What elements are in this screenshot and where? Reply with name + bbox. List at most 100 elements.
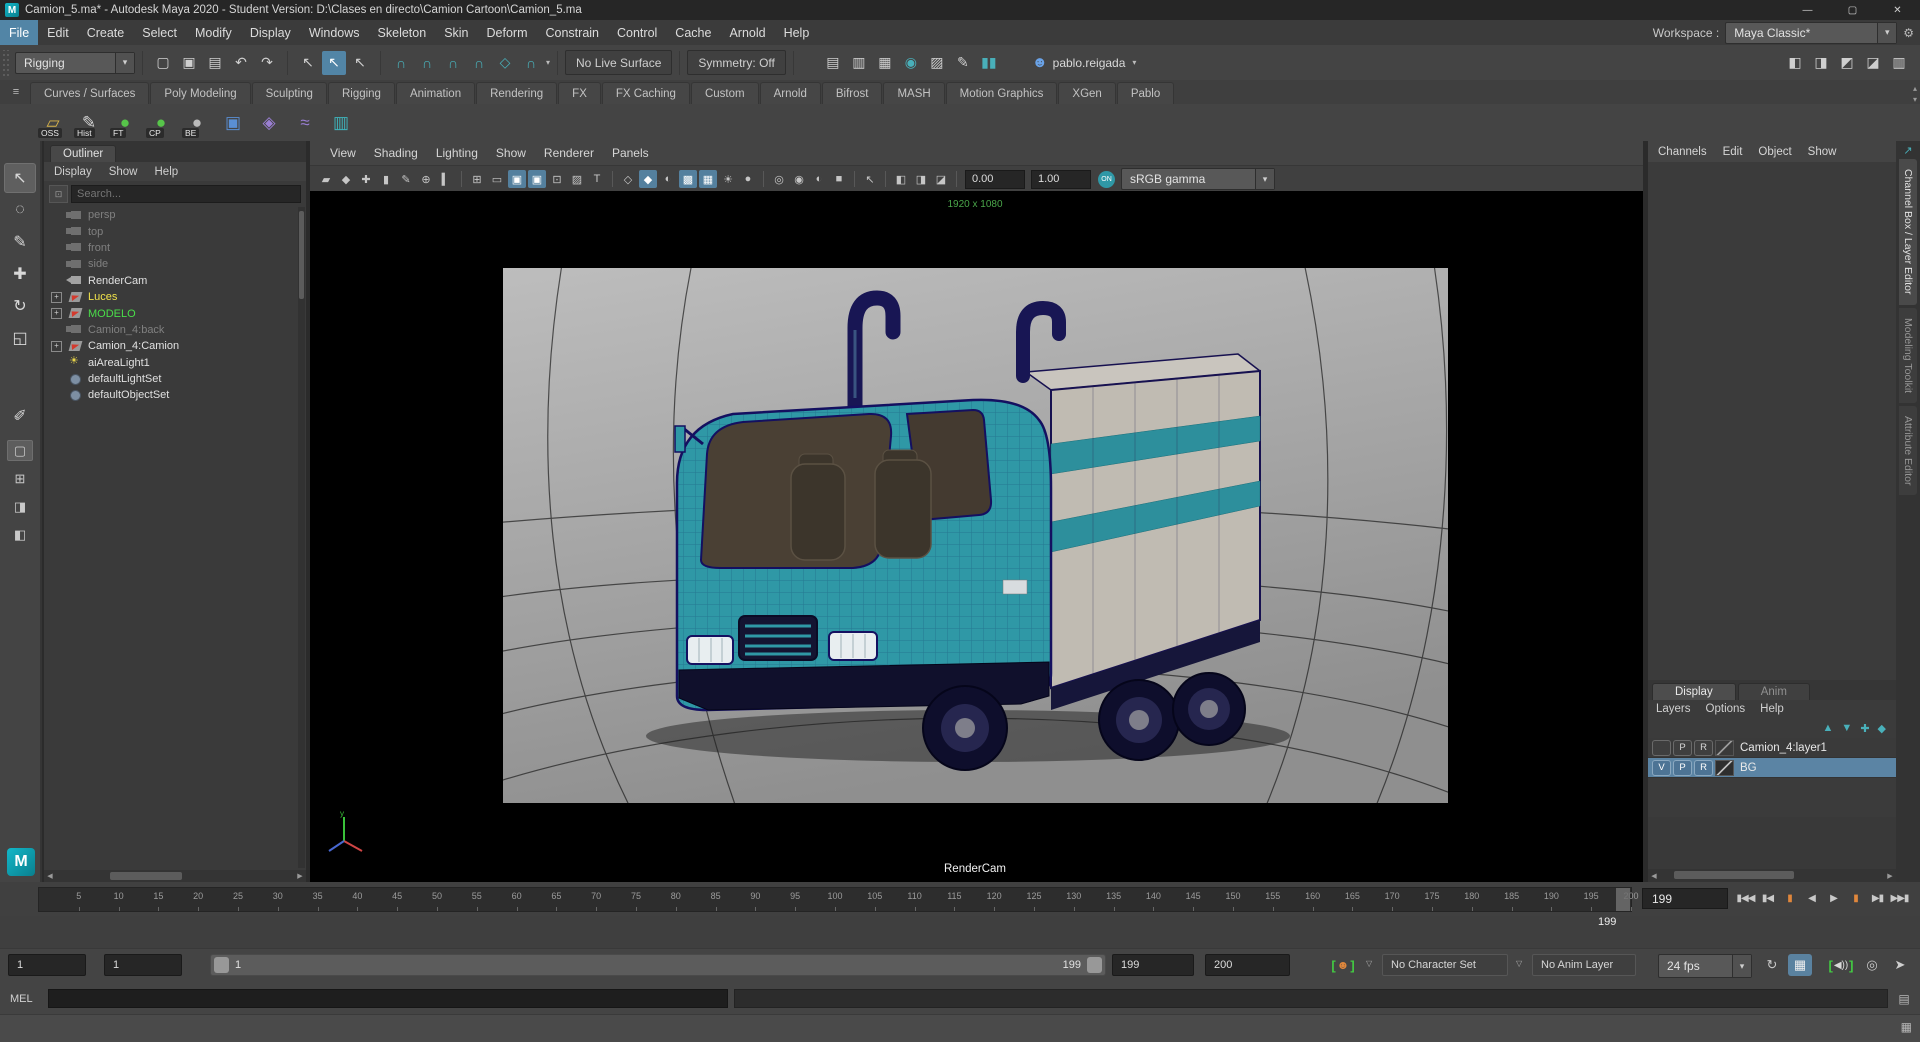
shelf-curves-button[interactable]: ≈ bbox=[290, 108, 320, 138]
visibility-toggle[interactable]: V bbox=[1652, 760, 1671, 776]
outliner-menu-help[interactable]: Help bbox=[155, 166, 179, 178]
menu-file[interactable]: File bbox=[0, 20, 38, 45]
menu-control[interactable]: Control bbox=[608, 20, 666, 45]
ipr-render-icon[interactable]: ▦ bbox=[873, 51, 897, 75]
single-pane-layout-button[interactable]: ▢ bbox=[7, 440, 33, 461]
snap-to-grid-icon[interactable]: ∩ bbox=[389, 51, 413, 75]
shelf-tab-arnold[interactable]: Arnold bbox=[760, 82, 821, 104]
make-live-icon[interactable]: ∩ bbox=[519, 51, 543, 75]
outliner-item-front[interactable]: front bbox=[44, 240, 297, 256]
command-language-toggle[interactable]: MEL bbox=[10, 993, 44, 1005]
image-plane-icon[interactable]: ▨ bbox=[568, 170, 586, 188]
filter-icon[interactable]: ⊡ bbox=[49, 185, 68, 203]
workspace-dropdown[interactable]: Maya Classic*▾ bbox=[1725, 22, 1897, 44]
shelf-tab-curves-surfaces[interactable]: Curves / Surfaces bbox=[30, 82, 149, 104]
visibility-toggle[interactable] bbox=[1652, 740, 1671, 756]
shelf-scroll-down-icon[interactable]: ▾ bbox=[1913, 95, 1917, 104]
move-layer-down-icon[interactable]: ▼ bbox=[1841, 722, 1852, 734]
outliner-item-defaultlightset[interactable]: defaultLightSet bbox=[44, 371, 297, 387]
outliner-item-aiarealight1[interactable]: ☀aiAreaLight1 bbox=[44, 355, 297, 371]
scroll-right-icon[interactable]: ▶ bbox=[1884, 872, 1896, 880]
lasso-tool[interactable]: ◌ bbox=[4, 195, 36, 225]
next-key-button[interactable]: ▮ bbox=[1846, 887, 1865, 910]
persp-outliner-layout-button[interactable]: ◨ bbox=[7, 496, 33, 517]
shelf-tab-sculpting[interactable]: Sculpting bbox=[252, 82, 327, 104]
animation-start-field[interactable]: 1 bbox=[8, 954, 86, 976]
render-setup-icon[interactable]: ✎ bbox=[951, 51, 975, 75]
play-forwards-button[interactable]: ▶ bbox=[1824, 887, 1843, 910]
playhead[interactable] bbox=[1616, 888, 1630, 911]
menu-select[interactable]: Select bbox=[133, 20, 186, 45]
side-tab-channel-box-layer-editor[interactable]: Channel Box / Layer Editor bbox=[1899, 159, 1917, 305]
shelf-tab-rigging[interactable]: Rigging bbox=[328, 82, 395, 104]
side-tab-attribute-editor[interactable]: Attribute Editor bbox=[1899, 406, 1917, 495]
outliner-item-top[interactable]: top bbox=[44, 223, 297, 239]
layer-editor-tab-display[interactable]: Display bbox=[1652, 683, 1736, 700]
anim-layer-selector[interactable]: No Anim Layer bbox=[1532, 954, 1636, 976]
workspace-gear-icon[interactable]: ⚙ bbox=[1903, 26, 1914, 40]
animation-end-field[interactable]: 200 bbox=[1205, 954, 1290, 976]
go-to-end-button[interactable]: ▶▶▮ bbox=[1890, 887, 1909, 910]
select-camera-icon[interactable]: ▰ bbox=[317, 170, 335, 188]
character-set-selector[interactable]: No Character Set bbox=[1382, 954, 1508, 976]
rotate-tool[interactable]: ↻ bbox=[4, 291, 36, 321]
camera-attributes-icon[interactable]: ✚ bbox=[357, 170, 375, 188]
wireframe-icon[interactable]: ◇ bbox=[619, 170, 637, 188]
use-all-lights-icon[interactable]: ▦ bbox=[699, 170, 717, 188]
expand-icon[interactable]: + bbox=[51, 341, 62, 352]
shadows-icon[interactable]: ☀ bbox=[719, 170, 737, 188]
scroll-left-icon[interactable]: ◀ bbox=[1648, 872, 1660, 880]
outliner-item-defaultobjectset[interactable]: defaultObjectSet bbox=[44, 387, 297, 403]
auto-keyframe-icon[interactable]: [☻] bbox=[1331, 954, 1355, 976]
gate-mask-icon[interactable]: ▣ bbox=[528, 170, 546, 188]
shelf-tab-custom[interactable]: Custom bbox=[691, 82, 759, 104]
outliner-menu-display[interactable]: Display bbox=[54, 166, 92, 178]
layer-editor-tab-anim[interactable]: Anim bbox=[1738, 683, 1810, 700]
outliner-item-side[interactable]: side bbox=[44, 256, 297, 272]
select-by-hierarchy-icon[interactable]: ↖ bbox=[296, 51, 320, 75]
shelf-menu-icon[interactable]: ≡ bbox=[8, 84, 24, 100]
range-slider[interactable]: 1 199 bbox=[210, 954, 1106, 976]
layer-color-swatch[interactable] bbox=[1715, 760, 1734, 776]
menu-set-dropdown[interactable]: Rigging▾ bbox=[15, 52, 135, 74]
occlusion-icon[interactable]: ● bbox=[739, 170, 757, 188]
outliner-item-persp[interactable]: persp bbox=[44, 207, 297, 223]
maximize-button[interactable]: ▢ bbox=[1830, 0, 1875, 20]
toggle-channel-box-icon[interactable]: ▥ bbox=[1887, 51, 1911, 75]
snap-to-points-icon[interactable]: ∩ bbox=[441, 51, 465, 75]
snap-to-view-plane-icon[interactable]: ◇ bbox=[493, 51, 517, 75]
shelf-be-button[interactable]: ●BE bbox=[182, 108, 212, 138]
step-back-button[interactable]: ▮◀ bbox=[1758, 887, 1777, 910]
menu-skin[interactable]: Skin bbox=[435, 20, 477, 45]
resolution-gate-icon[interactable]: ▣ bbox=[508, 170, 526, 188]
select-by-component-icon[interactable]: ↖ bbox=[348, 51, 372, 75]
menu-modify[interactable]: Modify bbox=[186, 20, 241, 45]
shelf-cp-button[interactable]: ●CP bbox=[146, 108, 176, 138]
bookmark-icon[interactable]: ▮ bbox=[377, 170, 395, 188]
toggle-modeling-toolkit-icon[interactable]: ◧ bbox=[1783, 51, 1807, 75]
shelf-oss-button[interactable]: ▱OSS bbox=[38, 108, 68, 138]
select-tool[interactable]: ↖ bbox=[4, 163, 36, 193]
hotbox-help-icon[interactable]: ▦ bbox=[1901, 1020, 1912, 1034]
channel-box-menu-channels[interactable]: Channels bbox=[1658, 146, 1707, 158]
pane-layout-3-icon[interactable]: ◪ bbox=[932, 170, 950, 188]
mute-audio-icon[interactable]: [◀))] bbox=[1826, 954, 1856, 976]
safe-title-icon[interactable]: T bbox=[588, 170, 606, 188]
toggle-attribute-editor-icon[interactable]: ◩ bbox=[1835, 51, 1859, 75]
shelf-tab-pablo[interactable]: Pablo bbox=[1117, 82, 1174, 104]
outliner-vertical-scrollbar[interactable] bbox=[298, 207, 305, 868]
shelf-tab-xgen[interactable]: XGen bbox=[1058, 82, 1115, 104]
expand-icon[interactable]: + bbox=[51, 308, 62, 319]
playback-toggle[interactable]: P bbox=[1673, 740, 1692, 756]
wireframe-on-shaded-icon[interactable]: ◐ bbox=[659, 170, 677, 188]
range-start-handle[interactable] bbox=[214, 957, 229, 973]
symmetry-field[interactable]: Symmetry: Off bbox=[687, 50, 785, 75]
shelf-tab-animation[interactable]: Animation bbox=[396, 82, 475, 104]
outliner-menu-show[interactable]: Show bbox=[109, 166, 138, 178]
layer-color-swatch[interactable] bbox=[1715, 740, 1734, 756]
menu-create[interactable]: Create bbox=[78, 20, 134, 45]
menu-constrain[interactable]: Constrain bbox=[537, 20, 609, 45]
layer-editor-horizontal-scrollbar[interactable]: ◀ ▶ bbox=[1648, 869, 1896, 882]
play-backwards-button[interactable]: ◀ bbox=[1802, 887, 1821, 910]
layer-editor-menu-options[interactable]: Options bbox=[1706, 703, 1746, 715]
